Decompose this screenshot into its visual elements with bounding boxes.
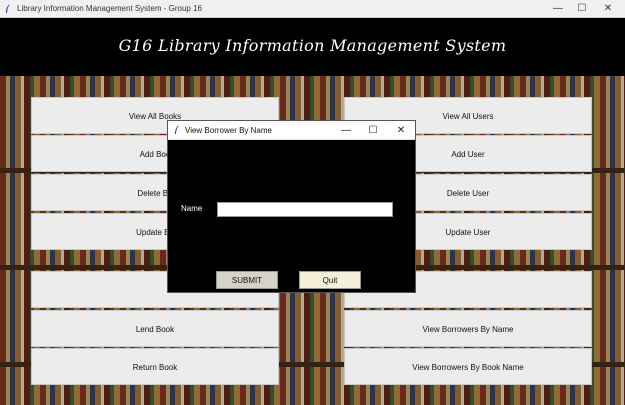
view-borrowers-by-book-name-button[interactable]: View Borrowers By Book Name: [344, 348, 592, 385]
dialog-minimize-button[interactable]: —: [335, 121, 357, 140]
feather-icon: [6, 4, 10, 13]
feather-icon: [175, 125, 179, 134]
return-book-button[interactable]: Return Book: [31, 348, 279, 385]
dialog-title: View Borrower By Name: [185, 126, 272, 135]
dialog-titlebar[interactable]: View Borrower By Name — ☐ ✕: [168, 121, 415, 140]
minimize-button[interactable]: —: [546, 0, 570, 18]
dialog-close-button[interactable]: ✕: [390, 121, 412, 140]
view-borrowers-by-name-button[interactable]: View Borrowers By Name: [344, 310, 592, 347]
submit-button[interactable]: SUBMIT: [216, 271, 278, 289]
page-title: G16 Library Information Management Syste…: [118, 36, 507, 55]
dialog-maximize-button[interactable]: ☐: [362, 121, 384, 140]
view-borrower-dialog: View Borrower By Name — ☐ ✕ Name SUBMIT …: [167, 120, 416, 293]
name-label: Name: [181, 204, 203, 213]
main-window-titlebar[interactable]: Library Information Management System - …: [0, 0, 625, 18]
close-button[interactable]: ✕: [596, 0, 620, 18]
lend-book-button[interactable]: Lend Book: [31, 310, 279, 347]
quit-button[interactable]: Quit: [299, 271, 361, 289]
maximize-button[interactable]: ☐: [570, 0, 594, 18]
window-title: Library Information Management System - …: [17, 4, 202, 13]
app-header: G16 Library Information Management Syste…: [0, 18, 625, 76]
name-input[interactable]: [217, 202, 393, 217]
